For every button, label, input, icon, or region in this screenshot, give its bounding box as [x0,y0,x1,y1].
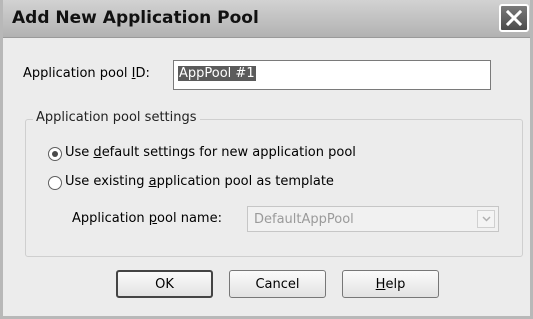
close-button[interactable] [499,4,529,32]
use-default-settings-radio[interactable] [48,147,62,161]
chevron-down-icon [482,216,491,222]
pool-id-input[interactable]: AppPool #1 [173,60,491,90]
pool-name-label: Application pool name: [72,211,222,226]
pool-id-label: Application pool ID: [23,66,150,81]
cancel-button[interactable]: Cancel [229,270,326,298]
dialog-title: Add New Application Pool [12,8,259,28]
add-application-pool-dialog: Add New Application Pool Application poo… [0,0,533,319]
use-existing-pool-label[interactable]: Use existing application pool as templat… [65,174,334,189]
pool-id-value: AppPool #1 [178,66,256,81]
use-existing-pool-radio[interactable] [48,176,62,190]
ok-button[interactable]: OK [116,270,213,298]
pool-name-value: DefaultAppPool [254,212,354,227]
help-button[interactable]: Help [342,270,439,298]
pool-name-dropdown[interactable]: DefaultAppPool [247,206,499,232]
title-bar[interactable]: Add New Application Pool [3,0,530,38]
dropdown-arrow-button[interactable] [477,210,495,228]
close-icon [506,10,522,26]
use-default-settings-label[interactable]: Use default settings for new application… [65,145,356,160]
pool-settings-title: Application pool settings [33,110,200,125]
